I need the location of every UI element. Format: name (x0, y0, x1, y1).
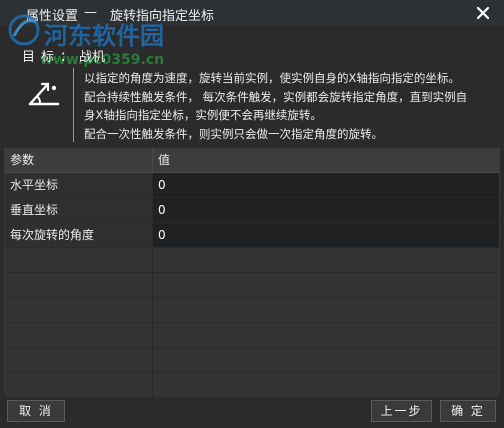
title-bar: 属性设置 — 旋转指向指定坐标 (0, 0, 504, 26)
close-button[interactable] (470, 2, 496, 24)
action-description: 以指定的角度为速度，旋转当前实例，使实例自身的X轴指向指定的坐标。 配合持续性触… (84, 69, 496, 143)
param-name: 每次旋转的角度 (5, 223, 153, 247)
window-title-prefix: 属性设置 (26, 9, 79, 24)
table-row[interactable]: 水平坐标 0 (5, 173, 499, 198)
empty-row (5, 273, 499, 298)
param-name: 水平坐标 (5, 173, 153, 197)
description-line: 以指定的角度为速度，旋转当前实例，使实例自身的X轴指向指定的坐标。 (84, 71, 460, 85)
target-row: 目标：战机 (22, 46, 105, 65)
rotate-to-point-icon (28, 82, 60, 106)
param-value-input[interactable]: 0 (153, 173, 499, 197)
empty-row (5, 298, 499, 323)
param-name: 垂直坐标 (5, 198, 153, 222)
description-line: 配合持续性触发条件， 每次条件触发，实例都会旋转指定角度，直到实例自 (84, 89, 468, 104)
empty-row (5, 373, 499, 398)
description-line: 身X轴指向指定坐标，实例便不会再继续旋转。 (84, 108, 322, 122)
dialog-footer: 取 消 上一步 确 定 (0, 396, 504, 428)
target-label: 目标： (22, 50, 80, 65)
description-line: 配合一次性触发条件，则实例只会做一次指定角度的旋转。 (84, 126, 383, 141)
param-value-input[interactable]: 0 (153, 198, 499, 222)
parameter-table: 参数 值 水平坐标 0 垂直坐标 0 每次旋转的角度 0 (4, 148, 500, 398)
window-title: 旋转指向指定坐标 (110, 9, 215, 24)
target-value: 战机 (79, 50, 106, 65)
description-divider (73, 68, 74, 142)
table-row[interactable]: 每次旋转的角度 0 (5, 223, 499, 248)
empty-row (5, 323, 499, 348)
header-param: 参数 (5, 149, 153, 172)
header-value: 值 (158, 153, 171, 167)
cancel-button[interactable]: 取 消 (7, 400, 65, 422)
close-icon (477, 7, 489, 19)
ok-button[interactable]: 确 定 (440, 400, 496, 422)
empty-row (5, 248, 499, 273)
window-title-separator: — (84, 5, 97, 20)
empty-row (5, 348, 499, 373)
table-header: 参数 值 (5, 149, 499, 173)
table-row[interactable]: 垂直坐标 0 (5, 198, 499, 223)
param-value-input[interactable]: 0 (153, 223, 499, 247)
previous-step-button[interactable]: 上一步 (371, 400, 432, 422)
